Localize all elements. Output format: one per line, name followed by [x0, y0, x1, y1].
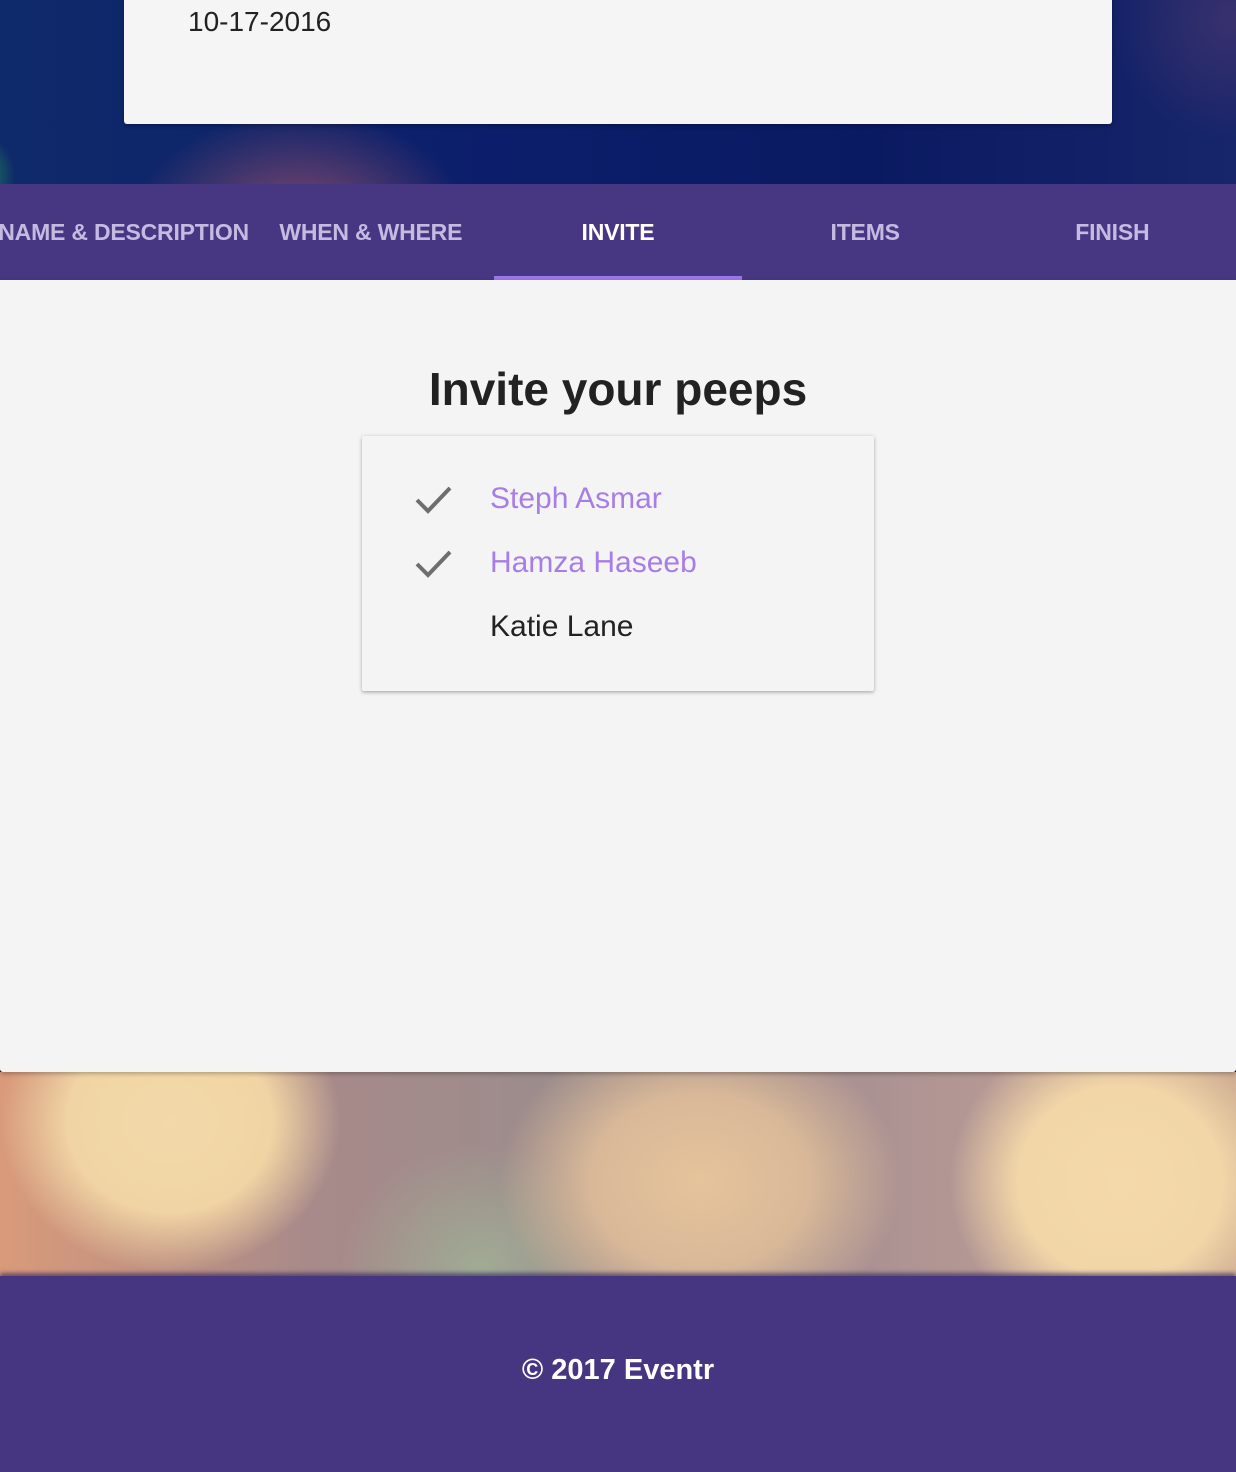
page-footer: © 2017 Eventr: [0, 1276, 1236, 1472]
invite-list-item[interactable]: Steph Asmar: [362, 468, 874, 532]
invite-panel: Invite your peeps Steph Asmar Hamza Hase…: [0, 280, 1236, 1072]
person-name: Steph Asmar: [490, 482, 662, 515]
person-name: Hamza Haseeb: [490, 546, 697, 579]
tab-label: FINISH: [1075, 218, 1150, 245]
check-icon: [415, 550, 452, 578]
invite-list-item[interactable]: Katie Lane: [362, 596, 874, 660]
page-title: Invite your peeps: [428, 363, 808, 415]
tab-when-where[interactable]: WHEN & WHERE: [247, 184, 494, 280]
bottom-background: [0, 1072, 1236, 1278]
top-background: 10-17-2016: [0, 0, 1236, 184]
tab-label: INVITE: [581, 218, 655, 245]
tab-finish[interactable]: FINISH: [989, 184, 1236, 280]
copyright-text: © 2017 Eventr: [521, 1354, 715, 1386]
invite-list: Steph Asmar Hamza Haseeb Katie Lane: [362, 436, 874, 691]
tab-invite[interactable]: INVITE: [494, 184, 742, 280]
wizard-tab-bar: NAME & DESCRIPTION WHEN & WHERE INVITE I…: [0, 184, 1236, 280]
tab-label: NAME & DESCRIPTION: [0, 218, 249, 245]
tab-name-description[interactable]: NAME & DESCRIPTION: [0, 184, 249, 280]
event-date: 10-17-2016: [188, 6, 332, 37]
person-name: Katie Lane: [490, 610, 634, 643]
tab-label: WHEN & WHERE: [279, 218, 463, 245]
invite-list-item[interactable]: Hamza Haseeb: [362, 532, 874, 596]
tab-items[interactable]: ITEMS: [742, 184, 989, 280]
tab-label: ITEMS: [830, 218, 900, 245]
event-date-card: 10-17-2016: [124, 0, 1112, 124]
check-icon: [415, 486, 452, 514]
